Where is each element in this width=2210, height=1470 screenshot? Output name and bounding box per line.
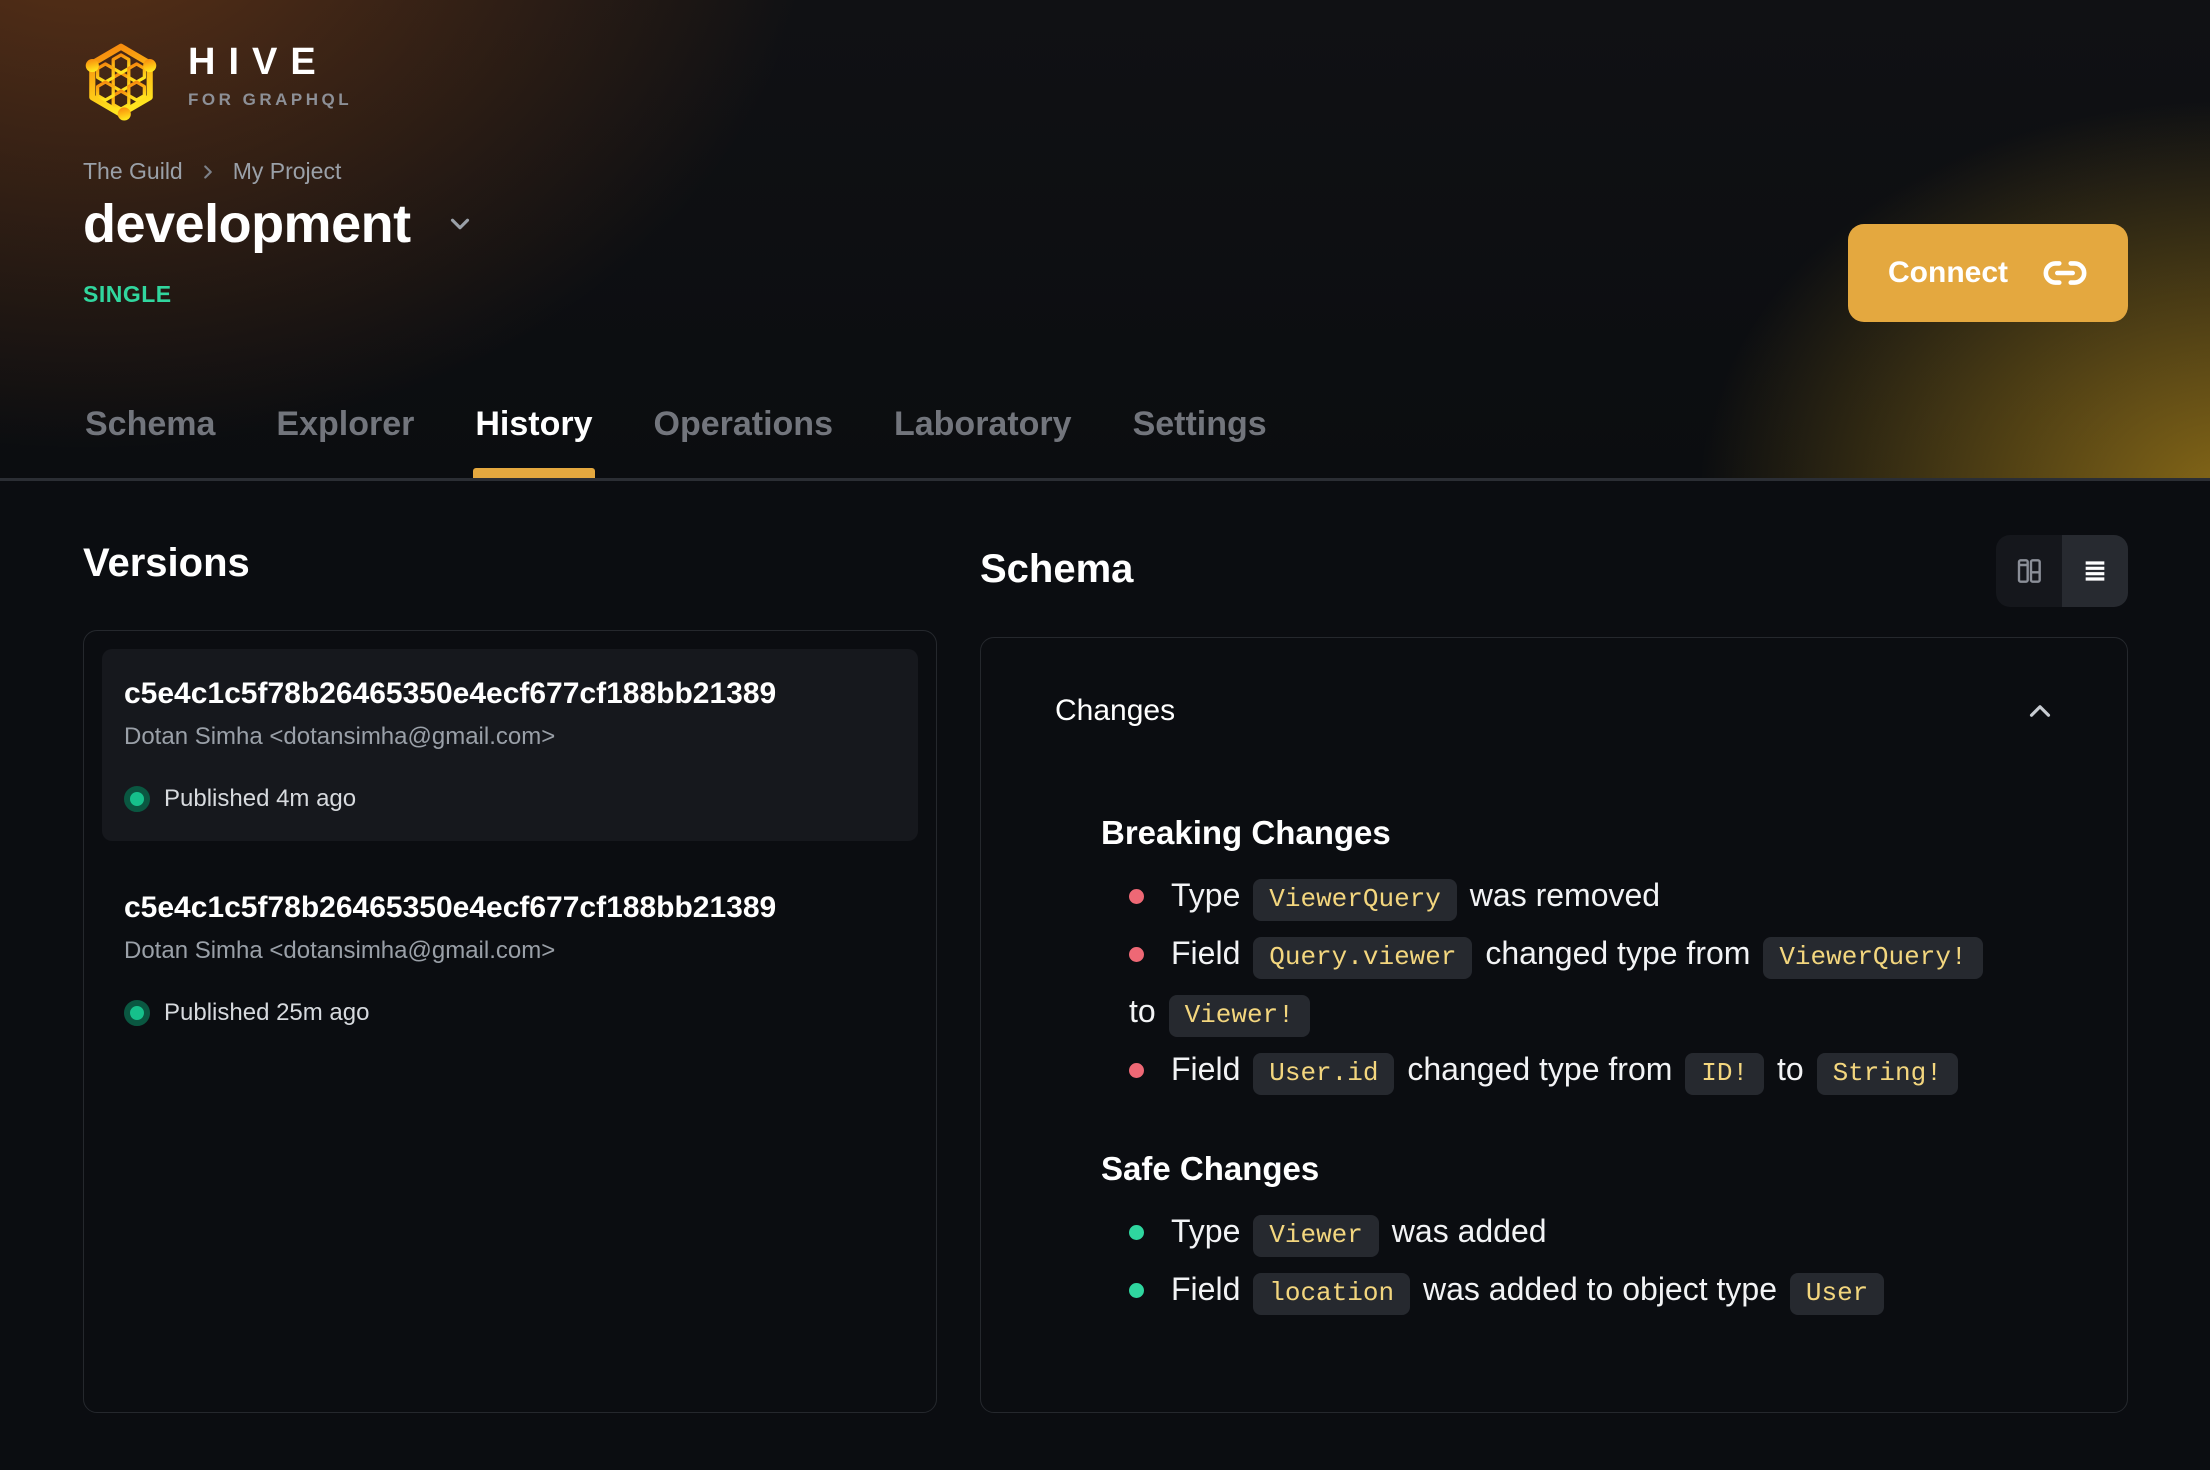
tab-operations[interactable]: Operations [652, 405, 835, 478]
code-chip: User.id [1253, 1053, 1395, 1095]
tab-bar: Schema Explorer History Operations Laborator… [83, 405, 1269, 478]
code-chip: Viewer! [1168, 995, 1310, 1037]
breaking-bullet-dot [1129, 1063, 1144, 1078]
changes-body: Breaking Changes Type ViewerQuery was rem… [981, 728, 2127, 1320]
change-text: Field [1171, 1271, 1250, 1307]
change-item: Field location was added to object type … [1129, 1262, 2053, 1320]
change-text: was added [1382, 1213, 1547, 1249]
tab-explorer[interactable]: Explorer [274, 405, 416, 478]
change-item: Type ViewerQuery was removed [1129, 868, 2053, 926]
change-text: was removed [1460, 877, 1661, 913]
tab-history[interactable]: History [473, 405, 595, 478]
breadcrumb: The Guild My Project [83, 158, 341, 185]
changes-panel: Changes Breaking Changes Type ViewerQuery… [980, 637, 2128, 1413]
split-view-button[interactable] [1996, 535, 2062, 607]
version-card[interactable]: c5e4c1c5f78b26465350e4ecf677cf188bb21389… [102, 649, 918, 841]
target-selector[interactable]: development [83, 192, 475, 256]
hive-logo-icon [85, 43, 157, 121]
tab-settings[interactable]: Settings [1131, 405, 1269, 478]
version-status-text: Published 4m ago [164, 785, 357, 812]
breadcrumb-project[interactable]: My Project [233, 158, 342, 185]
version-status-text: Published 25m ago [164, 999, 370, 1026]
breaking-bullet-dot [1129, 889, 1144, 904]
version-hash: c5e4c1c5f78b26465350e4ecf677cf188bb21389 [124, 677, 777, 710]
brand-name: HIVE [188, 41, 329, 83]
split-view-icon [2017, 559, 2041, 583]
version-author: Dotan Simha <dotansimha@gmail.com> [124, 937, 556, 964]
list-view-icon [2085, 561, 2105, 581]
list-view-button[interactable] [2062, 535, 2128, 607]
chevron-down-icon[interactable] [445, 209, 475, 239]
safe-bullet-dot [1129, 1283, 1144, 1298]
safe-bullet-dot [1129, 1225, 1144, 1240]
code-chip: Viewer [1253, 1215, 1379, 1257]
breaking-changes-list: Type ViewerQuery was removed Field Query.… [1101, 868, 2053, 1100]
versions-section: Versions c5e4c1c5f78b26465350e4ecf677cf1… [83, 535, 937, 1413]
chevron-right-icon [203, 164, 212, 179]
change-item: Type Viewer was added [1129, 1204, 2053, 1262]
header: HIVE FOR GRAPHQL The Guild My Project de… [0, 0, 2210, 481]
version-author: Dotan Simha <dotansimha@gmail.com> [124, 723, 556, 750]
change-text: changed type from [1398, 1051, 1682, 1087]
tab-schema[interactable]: Schema [83, 405, 217, 478]
code-chip: User [1789, 1273, 1885, 1315]
published-dot [124, 786, 150, 812]
version-hash: c5e4c1c5f78b26465350e4ecf677cf188bb21389 [124, 891, 777, 924]
version-card[interactable]: c5e4c1c5f78b26465350e4ecf677cf188bb21389… [102, 863, 918, 1055]
schema-heading: Schema [980, 547, 1134, 591]
code-chip: Query.viewer [1253, 937, 1473, 979]
breaking-changes-heading: Breaking Changes [1101, 814, 1391, 851]
code-chip: ViewerQuery [1253, 879, 1457, 921]
collapse-changes-button[interactable] [2023, 694, 2057, 728]
change-text: to [1768, 1051, 1813, 1087]
change-text: changed type from [1476, 935, 1760, 971]
version-status: Published 25m ago [124, 999, 896, 1027]
brand-tagline: FOR GRAPHQL [188, 90, 353, 109]
changes-title: Changes [1055, 694, 1176, 727]
change-item: Field User.id changed type from ID! to S… [1129, 1042, 2053, 1100]
logo-text: HIVE FOR GRAPHQL [188, 34, 352, 110]
change-text: was added to object type [1414, 1271, 1786, 1307]
changes-header: Changes [981, 638, 2127, 728]
connect-button[interactable]: Connect [1848, 224, 2128, 322]
view-toggle [1996, 535, 2128, 607]
link-icon [2043, 261, 2087, 285]
published-dot [124, 1000, 150, 1026]
version-list: c5e4c1c5f78b26465350e4ecf677cf188bb21389… [83, 630, 937, 1413]
code-chip: location [1253, 1273, 1411, 1315]
change-item: Field Query.viewer changed type from Vie… [1129, 926, 2053, 1042]
code-chip: ViewerQuery! [1763, 937, 1983, 979]
change-text: Type [1171, 1213, 1250, 1249]
change-text: to [1129, 993, 1165, 1029]
schema-section: Schema Changes Breaking Changes Type Vie… [980, 535, 2128, 1413]
versions-heading: Versions [83, 541, 250, 585]
hive-app: HIVE FOR GRAPHQL The Guild My Project de… [0, 0, 2210, 1470]
page-title: development [83, 194, 411, 254]
tab-laboratory[interactable]: Laboratory [892, 405, 1074, 478]
main-content: Versions c5e4c1c5f78b26465350e4ecf677cf1… [0, 481, 2210, 1413]
logo[interactable]: HIVE FOR GRAPHQL [80, 34, 352, 130]
version-status: Published 4m ago [124, 785, 896, 813]
chevron-up-icon [2029, 705, 2051, 717]
code-chip: ID! [1685, 1053, 1765, 1095]
safe-changes-heading: Safe Changes [1101, 1150, 1320, 1187]
breadcrumb-org[interactable]: The Guild [83, 158, 183, 185]
breaking-bullet-dot [1129, 947, 1144, 962]
change-text: Type [1171, 877, 1250, 913]
connect-label: Connect [1888, 256, 2008, 289]
change-text: Field [1171, 1051, 1250, 1087]
safe-changes-list: Type Viewer was added Field location was … [1101, 1204, 2053, 1320]
target-type-badge: SINGLE [83, 281, 172, 307]
change-text: Field [1171, 935, 1250, 971]
code-chip: String! [1816, 1053, 1958, 1095]
